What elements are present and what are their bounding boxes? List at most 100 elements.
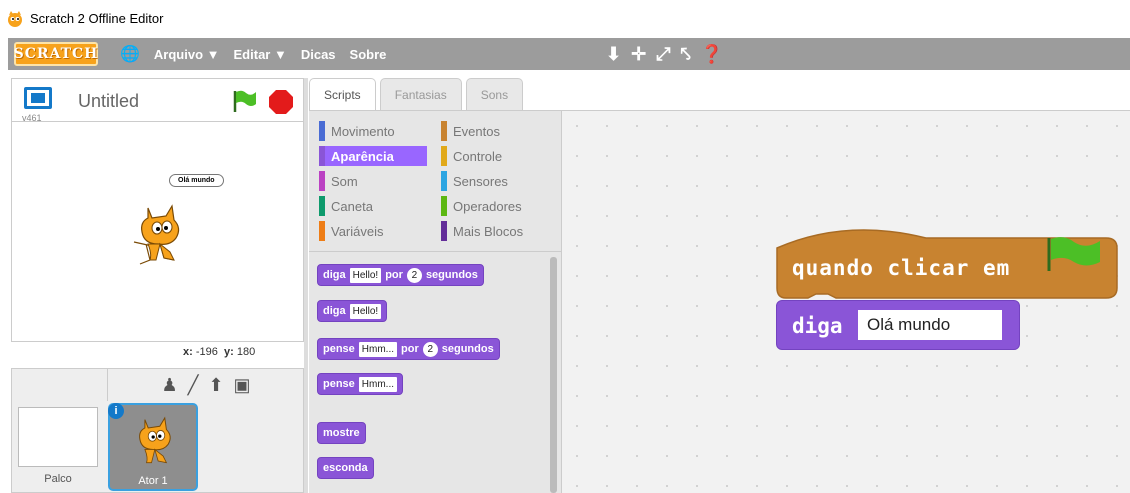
say-text-input[interactable]: Olá mundo <box>858 310 1002 340</box>
category-swatch <box>441 171 447 191</box>
sprite-thumbnail[interactable]: i Ator 1 <box>108 403 198 491</box>
category-swatch <box>441 146 447 166</box>
category-label: Som <box>331 173 358 189</box>
palette-divider <box>309 251 562 252</box>
new-sprite-toolbar: ♟ ╱ ⬆ ▣ <box>107 369 304 401</box>
upload-sprite-icon[interactable]: ⬆ <box>208 375 223 396</box>
category-sensores[interactable]: Sensores <box>441 171 508 191</box>
scratch-logo[interactable]: SCRATCH <box>14 42 98 66</box>
category-caneta[interactable]: Caneta <box>319 196 427 216</box>
hat-block-label: quando clicar em <box>792 256 1011 280</box>
block-input[interactable]: Hello! <box>349 267 382 283</box>
tab-fantasias[interactable]: Fantasias <box>379 78 462 110</box>
block-think[interactable]: pense Hmm... <box>317 373 404 395</box>
say-block-label: diga <box>792 314 843 338</box>
block-text: pense <box>323 378 355 390</box>
category-label: Aparência <box>331 148 394 164</box>
block-text: diga <box>323 305 346 317</box>
sprite-name: Ator 1 <box>138 475 168 487</box>
y-value: 180 <box>236 346 256 358</box>
cat-sprite-thumbnail-icon <box>139 416 171 464</box>
category-label: Caneta <box>331 198 373 214</box>
category-label: Eventos <box>453 123 500 139</box>
sprite-panel: ♟ ╱ ⬆ ▣ Palco i Ator 1 <box>11 368 304 493</box>
fullscreen-icon[interactable] <box>24 87 52 109</box>
block-input[interactable]: Hello! <box>349 303 382 319</box>
choose-sprite-library-icon[interactable]: ♟ <box>161 375 177 396</box>
window-title-bar: Scratch 2 Offline Editor <box>0 0 1130 37</box>
category-variaveis[interactable]: Variáveis <box>319 221 427 241</box>
category-eventos[interactable]: Eventos <box>441 121 500 141</box>
stage-label: Palco <box>44 473 72 485</box>
category-aparencia[interactable]: Aparência <box>319 146 427 166</box>
window-title: Scratch 2 Offline Editor <box>30 11 164 26</box>
category-swatch <box>319 221 325 241</box>
language-globe-icon[interactable]: 🌐 <box>120 44 140 64</box>
project-title[interactable]: Untitled <box>78 91 139 112</box>
panel-splitter[interactable] <box>304 78 308 493</box>
block-text: esconda <box>323 462 368 474</box>
category-label: Operadores <box>453 198 522 214</box>
menu-sobre[interactable]: Sobre <box>350 47 387 62</box>
category-label: Variáveis <box>331 223 384 239</box>
category-swatch <box>319 121 325 141</box>
block-text: por <box>401 343 419 355</box>
block-input[interactable]: Hmm... <box>358 341 398 357</box>
menu-arquivo[interactable]: Arquivo ▼ <box>154 47 220 62</box>
block-think-for-secs[interactable]: pense Hmm... por 2 segundos <box>317 338 500 360</box>
cat-sprite-icon[interactable] <box>130 202 188 268</box>
category-swatch <box>441 121 447 141</box>
camera-icon[interactable]: ▣ <box>234 375 251 396</box>
grow-icon[interactable]: ⤢ <box>656 44 670 65</box>
x-label: x: <box>183 346 193 358</box>
tab-scripts[interactable]: Scripts <box>309 78 376 110</box>
info-icon[interactable]: i <box>108 403 124 419</box>
category-label: Movimento <box>331 123 395 139</box>
category-controle[interactable]: Controle <box>441 146 502 166</box>
stage-canvas[interactable]: Olá mundo <box>11 122 304 342</box>
block-say[interactable]: diga Hello! <box>317 300 388 322</box>
stage-thumbnail[interactable] <box>18 407 98 467</box>
mouse-coordinates: x: -196 y: 180 <box>183 346 255 358</box>
editor-tabs: Scripts Fantasias Sons <box>309 78 527 110</box>
cursor-tools: ⬇ ✛ ⤢ ⤣ ❓ <box>606 44 723 65</box>
category-mais-blocos[interactable]: Mais Blocos <box>441 221 523 241</box>
category-movimento[interactable]: Movimento <box>319 121 427 141</box>
block-text: segundos <box>441 343 494 355</box>
category-swatch <box>319 146 325 166</box>
duplicate-stamp-icon[interactable]: ⬇ <box>606 44 621 65</box>
category-som[interactable]: Som <box>319 171 427 191</box>
category-label: Sensores <box>453 173 508 189</box>
block-hide[interactable]: esconda <box>317 457 374 479</box>
x-value: -196 <box>195 346 218 358</box>
category-swatch <box>441 221 447 241</box>
block-text: por <box>385 269 403 281</box>
cut-scissors-icon[interactable]: ✛ <box>631 44 646 65</box>
speech-bubble: Olá mundo <box>169 174 224 187</box>
category-label: Controle <box>453 148 503 164</box>
help-icon[interactable]: ❓ <box>701 44 723 65</box>
block-say-for-secs[interactable]: diga Hello! por 2 segundos <box>317 264 484 286</box>
block-text: pense <box>323 343 355 355</box>
menu-dicas[interactable]: Dicas <box>301 47 336 62</box>
stage-panel: v461 Untitled Olá mundo x: -196 y: 180 <box>11 78 304 368</box>
palette-scrollbar[interactable] <box>550 257 557 493</box>
stop-sign-icon[interactable] <box>268 89 294 115</box>
category-operadores[interactable]: Operadores <box>441 196 522 216</box>
block-show[interactable]: mostre <box>317 422 366 444</box>
block-number-input[interactable]: 2 <box>406 267 422 283</box>
menu-bar: SCRATCH 🌐 Arquivo ▼ Editar ▼ Dicas Sobre… <box>8 38 1130 70</box>
paint-new-sprite-icon[interactable]: ╱ <box>188 375 199 396</box>
block-text: diga <box>323 269 346 281</box>
category-swatch <box>441 196 447 216</box>
menu-editar[interactable]: Editar ▼ <box>234 47 287 62</box>
stage-header: v461 Untitled <box>11 78 304 123</box>
green-flag-icon <box>1047 237 1100 271</box>
block-number-input[interactable]: 2 <box>422 341 438 357</box>
category-swatch <box>319 196 325 216</box>
block-input[interactable]: Hmm... <box>358 376 398 392</box>
shrink-icon[interactable]: ⤣ <box>681 44 691 65</box>
category-swatch <box>319 171 325 191</box>
tab-sons[interactable]: Sons <box>465 78 524 110</box>
green-flag-icon[interactable] <box>232 89 258 113</box>
